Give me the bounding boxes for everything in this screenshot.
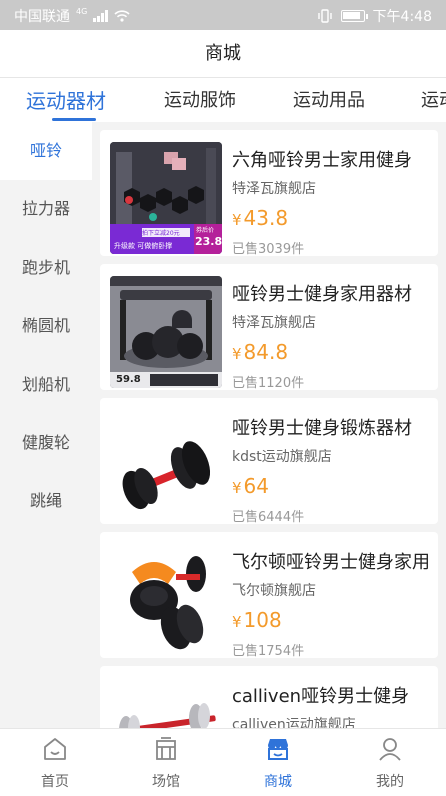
product-image [110,678,222,728]
sidebar-item-elliptical[interactable]: 椭圆机 [0,297,92,355]
clock: 下午4:48 [372,9,432,25]
sidebar-item-dumbbell[interactable]: 哑铃 [0,122,92,180]
product-image [110,544,222,656]
product-card[interactable]: 59.8 哑铃男士健身家用器材 特泽瓦旗舰店 ¥84.8 已售1120件 [100,264,438,391]
status-bar: 中国联通 4G 下午4:48 [0,0,446,30]
image-promo-price: 23.8 [195,235,222,248]
wifi-icon [114,10,130,22]
product-price: ¥84.8 [232,340,288,364]
product-shop: kdst运动旗舰店 [232,449,332,465]
product-card[interactable]: 拍下立减20元 升级款 可做俯卧撑 券后价 23.8 六角哑铃男士家用健身 特泽… [100,130,438,257]
venue-icon [156,737,176,760]
product-shop: 特泽瓦旗舰店 [232,181,316,197]
product-image [110,410,222,522]
home-icon [44,738,66,760]
page-title: 商城 [0,30,446,78]
battery-icon [340,10,368,22]
nav-home-label: 首页 [41,774,69,790]
nav-profile[interactable]: 我的 [350,735,430,791]
network-label: 4G [76,6,88,16]
product-price: ¥43.8 [232,206,288,230]
active-tab-indicator [52,118,96,121]
product-card[interactable]: 飞尔顿哑铃男士健身家用 飞尔顿旗舰店 ¥108 已售1754件 [100,532,438,659]
price-currency: ¥ [232,345,242,363]
nav-venue-label: 场馆 [152,774,180,790]
category-tabs: 运动器材 运动服饰 运动用品 运动 [0,78,446,122]
nav-venue[interactable]: 场馆 [126,735,206,791]
bottom-nav: 首页 场馆 商城 我的 [0,728,446,796]
product-shop: 飞尔顿旗舰店 [232,583,316,599]
product-title: calliven哑铃男士健身 [232,686,410,707]
product-card[interactable]: calliven哑铃男士健身 calliven运动旗舰店 [100,666,438,728]
nav-store[interactable]: 商城 [238,735,318,791]
price-value: 64 [243,474,269,498]
image-promo-top: 拍下立减20元 [142,230,180,237]
product-title: 飞尔顿哑铃男士健身家用 [232,552,430,573]
nav-home[interactable]: 首页 [15,735,95,791]
product-shop: calliven运动旗舰店 [232,717,356,728]
category-sidebar: 哑铃 拉力器 跑步机 椭圆机 划船机 健腹轮 跳绳 [0,122,92,728]
product-sold-count: 已售1120件 [232,376,305,391]
sidebar-item-jump-rope[interactable]: 跳绳 [0,472,92,530]
product-sold-count: 已售1754件 [232,644,305,659]
product-sold-count: 已售6444件 [232,510,305,525]
vibrate-icon [317,9,332,23]
tab-sports-apparel[interactable]: 运动服饰 [164,86,236,112]
carrier-label: 中国联通 [14,9,70,25]
sidebar-item-chest-expander[interactable]: 拉力器 [0,180,92,238]
sidebar-item-treadmill[interactable]: 跑步机 [0,239,92,297]
store-icon [268,739,288,760]
price-value: 43.8 [243,206,289,230]
image-promo-label: 券后价 [196,227,215,234]
sidebar-item-ab-wheel[interactable]: 健腹轮 [0,414,92,472]
price-value: 84.8 [243,340,289,364]
product-image: 拍下立减20元 升级款 可做俯卧撑 券后价 23.8 [110,142,222,254]
product-sold-count: 已售3039件 [232,242,305,257]
image-promo-left: 升级款 可做俯卧撑 [114,242,173,250]
nav-profile-label: 我的 [376,774,404,790]
product-title: 六角哑铃男士家用健身 [232,150,412,171]
nav-store-label: 商城 [264,774,292,790]
profile-icon [379,738,401,761]
signal-icon [93,10,109,22]
price-value: 108 [243,608,282,632]
product-price: ¥64 [232,474,269,498]
product-shop: 特泽瓦旗舰店 [232,315,316,331]
product-title: 哑铃男士健身家用器材 [232,284,412,305]
image-promo-price: 59.8 [116,374,141,385]
product-card[interactable]: 哑铃男士健身锻炼器材 kdst运动旗舰店 ¥64 已售6444件 [100,398,438,525]
product-list: 拍下立减20元 升级款 可做俯卧撑 券后价 23.8 六角哑铃男士家用健身 特泽… [92,122,446,728]
tab-sports-more[interactable]: 运动 [421,86,446,112]
price-currency: ¥ [232,211,242,229]
product-image: 59.8 [110,276,222,388]
tab-sports-equipment[interactable]: 运动器材 [26,85,106,114]
price-currency: ¥ [232,613,242,631]
price-currency: ¥ [232,479,242,497]
product-price: ¥108 [232,608,282,632]
sidebar-item-rowing-machine[interactable]: 划船机 [0,356,92,414]
product-title: 哑铃男士健身锻炼器材 [232,418,412,439]
tab-sports-goods[interactable]: 运动用品 [293,86,365,112]
